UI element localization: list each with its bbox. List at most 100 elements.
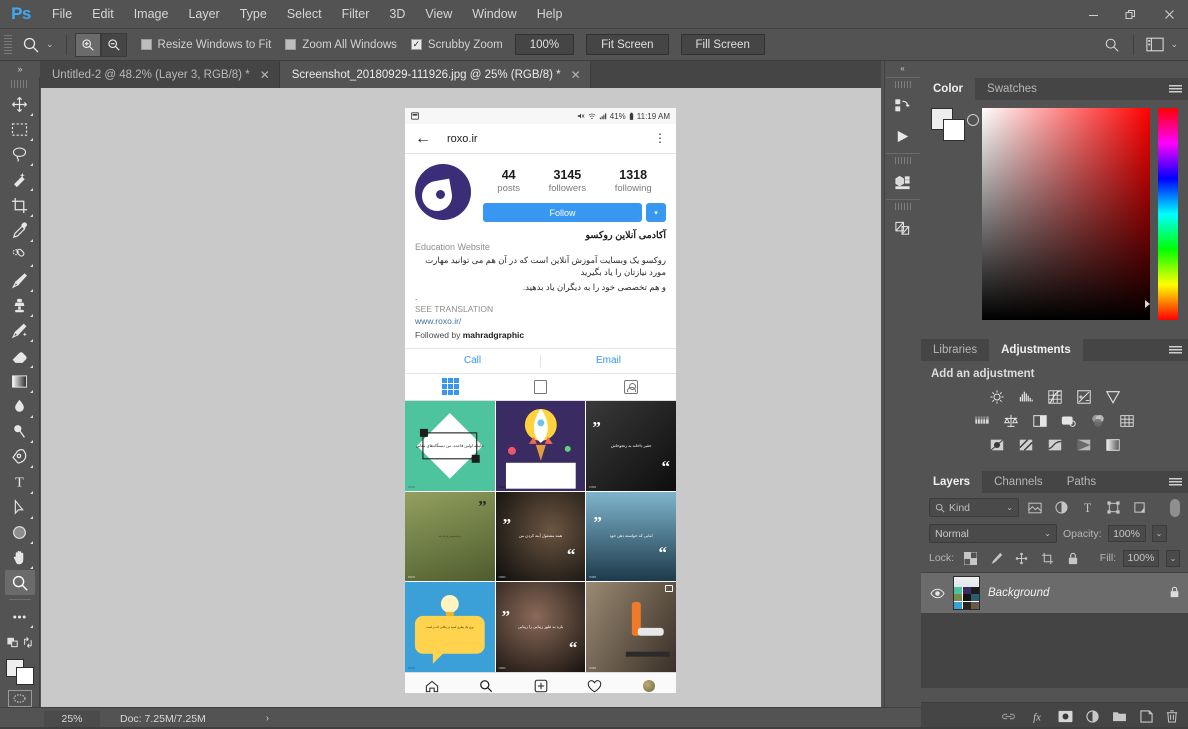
panel-menu-icon[interactable] bbox=[1162, 339, 1188, 361]
post-cell[interactable]: ” “ حقیر داخانه به رنجوحاش roxo bbox=[586, 400, 676, 491]
background-color-swatch[interactable] bbox=[943, 119, 965, 141]
color-swatches[interactable] bbox=[5, 658, 34, 685]
menu-type[interactable]: Type bbox=[230, 0, 277, 29]
post-cell[interactable]: ” برنامه‌نویس فرانت‌اند roxo bbox=[405, 491, 495, 582]
history-actions-icon[interactable] bbox=[888, 91, 918, 121]
curves-icon[interactable] bbox=[1045, 388, 1065, 406]
zoom-all-windows-checkbox[interactable]: Zoom All Windows bbox=[285, 39, 397, 51]
tab-layers[interactable]: Layers bbox=[921, 471, 983, 493]
fill-stepper[interactable]: ⌄ bbox=[1165, 549, 1181, 567]
tab-swatches[interactable]: Swatches bbox=[975, 78, 1049, 100]
ellipse-tool[interactable] bbox=[5, 520, 35, 545]
blur-tool[interactable] bbox=[5, 394, 35, 419]
hue-saturation-icon[interactable] bbox=[972, 412, 992, 430]
call-button[interactable]: Call bbox=[405, 355, 540, 366]
dodge-tool[interactable] bbox=[5, 419, 35, 444]
lock-artboard-icon[interactable] bbox=[1038, 549, 1057, 567]
status-expand-icon[interactable]: › bbox=[266, 713, 269, 724]
canvas-area[interactable]: 41% 11:19 AM ← roxo.ir ⋮ 44 posts 3145 f… bbox=[41, 88, 881, 707]
default-colors-swap-icon[interactable] bbox=[5, 629, 35, 654]
tab-untitled-2[interactable]: Untitled-2 @ 48.2% (Layer 3, RGB/8) * ✕ bbox=[40, 61, 280, 88]
dock-collapse-button[interactable]: « bbox=[885, 61, 921, 75]
layer-name[interactable]: Background bbox=[988, 587, 1049, 599]
workspace-caret-icon[interactable]: ⌄ bbox=[1170, 39, 1178, 50]
posterize-icon[interactable] bbox=[1016, 436, 1036, 454]
move-tool[interactable] bbox=[5, 92, 35, 117]
opacity-stepper[interactable]: ⌄ bbox=[1151, 525, 1167, 542]
profile-avatar-icon[interactable] bbox=[622, 680, 676, 693]
levels-icon[interactable] bbox=[1016, 388, 1036, 406]
type-tool[interactable]: T bbox=[5, 469, 35, 494]
chevron-down-icon[interactable]: ⌄ bbox=[1044, 529, 1051, 538]
edit-toolbar-icon[interactable] bbox=[5, 604, 35, 629]
color-field[interactable] bbox=[982, 108, 1150, 320]
shape-filter-icon[interactable] bbox=[1103, 499, 1123, 517]
layer-row-background[interactable]: Background bbox=[921, 573, 1188, 613]
panel-menu-icon[interactable] bbox=[1162, 78, 1188, 100]
color-panel-swatches[interactable] bbox=[931, 108, 967, 142]
post-cell[interactable]: roxo bbox=[586, 582, 676, 672]
brightness-contrast-icon[interactable] bbox=[987, 388, 1007, 406]
chevron-down-icon[interactable]: ⌄ bbox=[1006, 503, 1013, 512]
lasso-tool[interactable] bbox=[5, 142, 35, 167]
eraser-tool[interactable] bbox=[5, 343, 35, 368]
tools-panel-grip[interactable] bbox=[10, 80, 29, 88]
minimize-button[interactable] bbox=[1074, 0, 1112, 29]
close-icon[interactable]: ✕ bbox=[260, 68, 270, 82]
layer-style-fx-icon[interactable]: fx bbox=[1029, 710, 1045, 723]
search-icon[interactable] bbox=[459, 679, 513, 693]
add-post-icon[interactable] bbox=[513, 679, 567, 693]
post-cell[interactable]: ” “ بازه به طور زیبایی را زیبایی roxo bbox=[495, 582, 586, 672]
clone-stamp-tool[interactable] bbox=[5, 293, 35, 318]
new-adjustment-layer-icon[interactable] bbox=[1086, 709, 1099, 723]
activity-heart-icon[interactable] bbox=[568, 680, 622, 693]
delete-layer-icon[interactable] bbox=[1166, 709, 1178, 723]
menu-image[interactable]: Image bbox=[124, 0, 179, 29]
channel-mixer-icon[interactable] bbox=[1088, 412, 1108, 430]
post-cell[interactable]: ” “ امایی که خواسته ذهن خود roxo bbox=[586, 491, 676, 582]
post-cell[interactable]: جامعه اولین قاعده، من دستگاه‌های معانی r… bbox=[405, 400, 495, 491]
gradient-map-icon[interactable] bbox=[1074, 436, 1094, 454]
spot-healing-brush-tool[interactable] bbox=[5, 243, 35, 268]
menu-select[interactable]: Select bbox=[277, 0, 332, 29]
lock-image-icon[interactable] bbox=[987, 549, 1006, 567]
workspace-icon[interactable] bbox=[1140, 32, 1170, 58]
fit-screen-button[interactable]: Fit Screen bbox=[586, 34, 669, 55]
threshold-icon[interactable] bbox=[1045, 436, 1065, 454]
background-color-swatch[interactable] bbox=[15, 666, 34, 685]
website-link[interactable]: www.roxo.ir/ bbox=[415, 316, 666, 326]
lock-position-icon[interactable] bbox=[1013, 549, 1032, 567]
see-translation-link[interactable]: SEE TRANSLATION bbox=[415, 304, 666, 314]
home-icon[interactable] bbox=[405, 680, 459, 693]
exposure-icon[interactable] bbox=[1074, 388, 1094, 406]
play-icon[interactable] bbox=[888, 121, 918, 151]
group-grip[interactable] bbox=[894, 157, 911, 164]
tagged-tab[interactable] bbox=[586, 374, 676, 400]
group-grip[interactable] bbox=[894, 203, 911, 210]
tab-adjustments[interactable]: Adjustments bbox=[989, 339, 1083, 361]
invert-icon[interactable] bbox=[987, 436, 1007, 454]
vibrance-icon[interactable] bbox=[1103, 388, 1123, 406]
zoom-level[interactable]: 25% bbox=[44, 710, 100, 727]
resize-windows-to-fit-checkbox[interactable]: \u2713 Resize Windows to Fit bbox=[140, 39, 271, 51]
3d-icon[interactable] bbox=[888, 167, 918, 197]
menu-file[interactable]: File bbox=[42, 0, 82, 29]
hue-slider[interactable] bbox=[1158, 108, 1178, 320]
lock-all-icon[interactable] bbox=[1064, 549, 1083, 567]
zoom-out-icon[interactable] bbox=[100, 32, 127, 57]
hand-tool[interactable] bbox=[5, 545, 35, 570]
color-balance-icon[interactable] bbox=[1001, 412, 1021, 430]
pixel-filter-icon[interactable] bbox=[1025, 499, 1045, 517]
post-cell[interactable]: roxo bbox=[495, 400, 586, 491]
group-grip[interactable] bbox=[894, 81, 911, 88]
eyedropper-tool[interactable] bbox=[5, 218, 35, 243]
selective-color-icon[interactable] bbox=[1103, 436, 1123, 454]
path-selection-tool[interactable] bbox=[5, 495, 35, 520]
filter-toggle[interactable] bbox=[1170, 498, 1180, 517]
rectangular-marquee-tool[interactable] bbox=[5, 117, 35, 142]
scrubby-zoom-checkbox[interactable]: ✓ Scrubby Zoom bbox=[410, 39, 503, 51]
zoom-tool[interactable] bbox=[4, 570, 35, 596]
color-lookup-icon[interactable] bbox=[1117, 412, 1137, 430]
layer-mask-icon[interactable] bbox=[1058, 710, 1073, 723]
type-filter-icon[interactable]: T bbox=[1077, 499, 1097, 517]
